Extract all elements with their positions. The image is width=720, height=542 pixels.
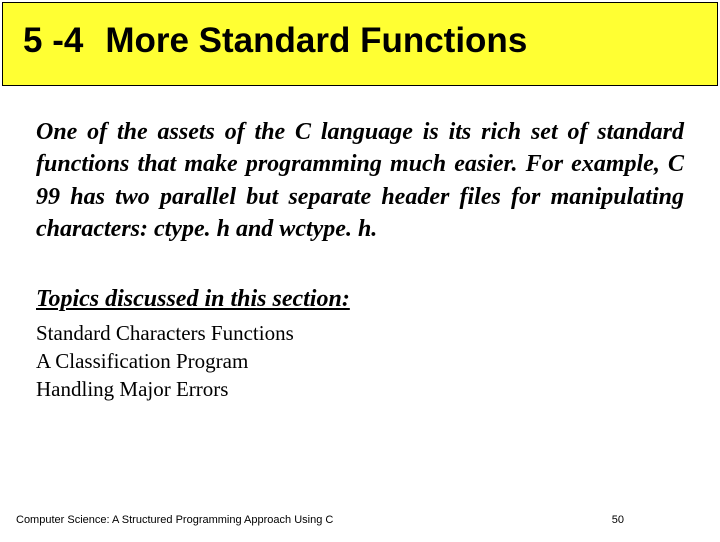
page-number: 50 [612, 514, 624, 526]
topic-item: Handling Major Errors [36, 375, 684, 403]
slide-content: One of the assets of the C language is i… [0, 88, 720, 404]
intro-paragraph: One of the assets of the C language is i… [36, 116, 684, 246]
topic-item: Standard Characters Functions [36, 319, 684, 347]
footer: Computer Science: A Structured Programmi… [16, 514, 704, 526]
topics-heading: Topics discussed in this section: [36, 286, 684, 313]
footer-book-title: Computer Science: A Structured Programmi… [16, 514, 333, 526]
section-title: More Standard Functions [105, 21, 527, 61]
topic-item: A Classification Program [36, 347, 684, 375]
title-bar: 5 -4 More Standard Functions [2, 2, 718, 86]
topics-list: Standard Characters Functions A Classifi… [36, 319, 684, 404]
section-number: 5 -4 [23, 21, 83, 61]
